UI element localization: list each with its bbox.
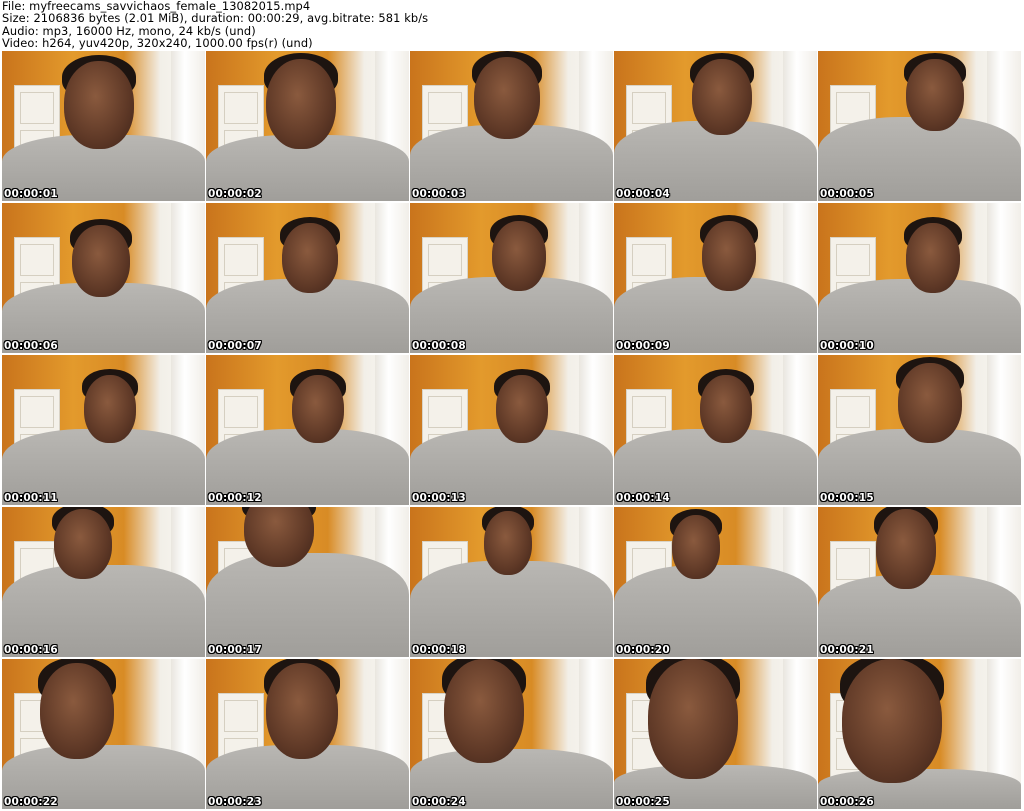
video-frame-thumbnail: 00:00:03 [410,51,613,201]
face [648,659,738,779]
video-frame-thumbnail: 00:00:21 [818,507,1021,657]
frame-timestamp: 00:00:21 [820,644,874,656]
face [702,221,756,291]
door-panel [20,92,54,124]
frame-timestamp: 00:00:09 [616,340,670,352]
frame-timestamp: 00:00:02 [208,188,262,200]
video-frame-thumbnail: 00:00:12 [206,355,409,505]
face [84,375,136,443]
frame-timestamp: 00:00:08 [412,340,466,352]
door-panel [632,92,666,124]
face [492,221,546,291]
frame-timestamp: 00:00:11 [4,492,58,504]
face [54,509,112,579]
face [906,223,960,293]
face [72,225,130,297]
door-panel [836,244,870,276]
thumbnail-grid: 00:00:01 00:00:02 00:00:03 00:00:04 00:00:05… [2,51,1022,811]
frame-timestamp: 00:00:03 [412,188,466,200]
door-panel [428,92,462,124]
frame-timestamp: 00:00:04 [616,188,670,200]
face [292,375,344,443]
video-frame-thumbnail: 00:00:24 [410,659,613,809]
video-frame-thumbnail: 00:00:22 [2,659,205,809]
door-panel [836,396,870,428]
face [672,515,720,579]
door-panel [836,548,870,580]
video-frame-thumbnail: 00:00:16 [2,507,205,657]
video-frame-thumbnail: 00:00:18 [410,507,613,657]
frame-timestamp: 00:00:17 [208,644,262,656]
frame-timestamp: 00:00:25 [616,796,670,808]
frame-timestamp: 00:00:23 [208,796,262,808]
face [64,61,134,149]
shirt [410,561,613,657]
frame-timestamp: 00:00:24 [412,796,466,808]
face [842,659,942,783]
door-panel [632,244,666,276]
video-frame-thumbnail: 00:00:05 [818,51,1021,201]
frame-timestamp: 00:00:26 [820,796,874,808]
video-frame-thumbnail: 00:00:08 [410,203,613,353]
face [444,659,524,763]
frame-timestamp: 00:00:10 [820,340,874,352]
video-frame-thumbnail: 00:00:23 [206,659,409,809]
door-panel [224,92,258,124]
face [496,375,548,443]
video-frame-thumbnail: 00:00:09 [614,203,817,353]
frame-timestamp: 00:00:13 [412,492,466,504]
video-frame-thumbnail: 00:00:26 [818,659,1021,809]
frame-timestamp: 00:00:12 [208,492,262,504]
frame-timestamp: 00:00:18 [412,644,466,656]
video-info-line: Video: h264, yuv420p, 320x240, 1000.00 f… [2,36,313,51]
frame-timestamp: 00:00:05 [820,188,874,200]
door-panel [224,396,258,428]
door-panel [632,396,666,428]
video-frame-thumbnail: 00:00:01 [2,51,205,201]
frame-timestamp: 00:00:14 [616,492,670,504]
frame-timestamp: 00:00:22 [4,796,58,808]
frame-timestamp: 00:00:01 [4,188,58,200]
face [484,511,532,575]
door-panel [224,244,258,276]
door-panel [428,396,462,428]
face [40,663,114,759]
door-panel [20,244,54,276]
door-panel [428,244,462,276]
door-panel [20,396,54,428]
face [692,59,752,135]
video-frame-thumbnail: 00:00:20 [614,507,817,657]
face [266,663,338,759]
file-size-line: Size: 2106836 bytes (2.01 MiB), duration… [2,11,429,26]
video-frame-thumbnail: 00:00:07 [206,203,409,353]
video-frame-thumbnail: 00:00:15 [818,355,1021,505]
face [876,509,936,589]
face [906,59,964,131]
frame-timestamp: 00:00:15 [820,492,874,504]
face [700,375,752,443]
file-info-header: File: myfreecams_savvichaos_female_13082… [0,0,1024,50]
video-frame-thumbnail: 00:00:11 [2,355,205,505]
face [282,223,338,293]
video-frame-thumbnail: 00:00:10 [818,203,1021,353]
video-frame-thumbnail: 00:00:17 [206,507,409,657]
video-frame-thumbnail: 00:00:13 [410,355,613,505]
frame-timestamp: 00:00:16 [4,644,58,656]
face [898,363,962,443]
video-frame-thumbnail: 00:00:25 [614,659,817,809]
face [474,57,540,139]
face [266,59,336,149]
video-frame-thumbnail: 00:00:06 [2,203,205,353]
frame-timestamp: 00:00:20 [616,644,670,656]
frame-timestamp: 00:00:06 [4,340,58,352]
video-frame-thumbnail: 00:00:14 [614,355,817,505]
shirt [206,553,409,657]
door-panel [224,700,258,732]
video-frame-thumbnail: 00:00:02 [206,51,409,201]
frame-timestamp: 00:00:07 [208,340,262,352]
video-frame-thumbnail: 00:00:04 [614,51,817,201]
